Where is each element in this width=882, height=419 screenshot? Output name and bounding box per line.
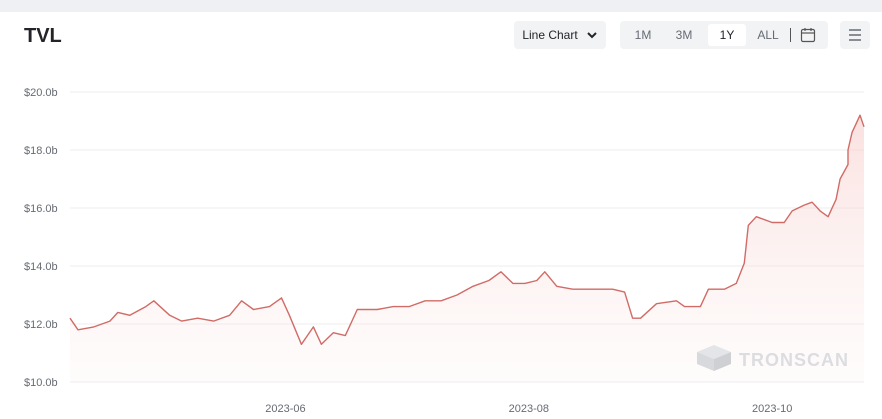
x-axis-ticks: 2023-06 2023-08 2023-10	[265, 403, 792, 415]
tvl-area-fill	[70, 115, 864, 382]
tvl-chart: $10.0b $12.0b $14.0b $16.0b $18.0b $20.0b 202…	[24, 87, 865, 415]
x-tick-label: 2023-10	[752, 403, 792, 415]
x-tick-label: 2023-06	[265, 403, 305, 415]
y-axis-ticks: $10.0b $12.0b $14.0b $16.0b $18.0b $20.0b	[24, 87, 58, 389]
y-tick-label: $20.0b	[24, 87, 58, 99]
y-tick-label: $18.0b	[24, 145, 58, 157]
x-tick-label: 2023-08	[509, 403, 549, 415]
y-tick-label: $12.0b	[24, 319, 58, 331]
y-tick-label: $14.0b	[24, 261, 58, 273]
y-tick-label: $16.0b	[24, 203, 58, 215]
y-tick-label: $10.0b	[24, 377, 58, 389]
watermark-text: TRONSCAN	[739, 350, 849, 370]
